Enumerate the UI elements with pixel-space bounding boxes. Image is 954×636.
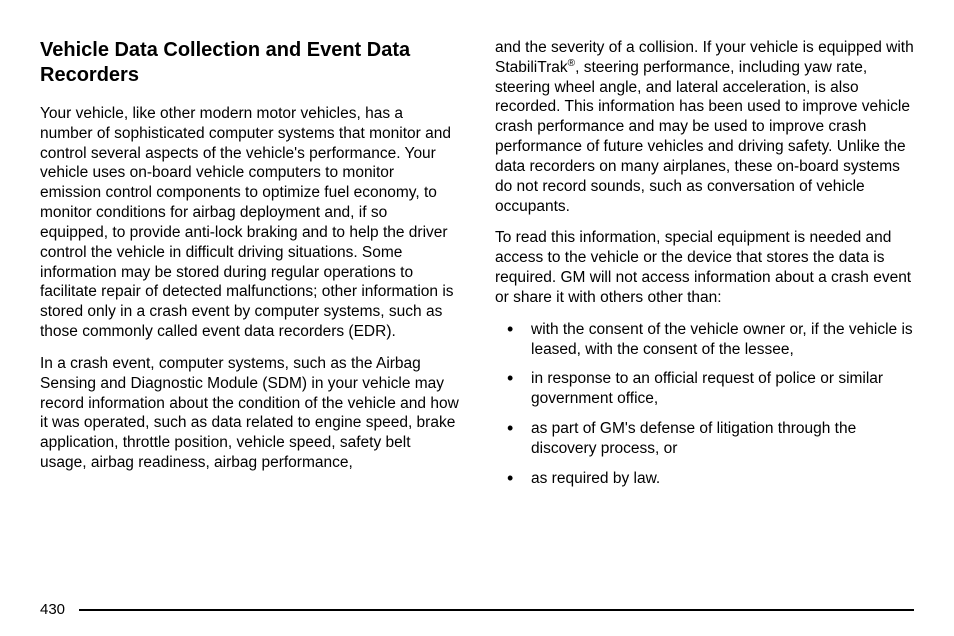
footer-rule	[79, 609, 914, 611]
page: Vehicle Data Collection and Event Data R…	[0, 0, 954, 636]
bullet-list: with the consent of the vehicle owner or…	[495, 320, 914, 489]
list-item: with the consent of the vehicle owner or…	[507, 320, 914, 360]
text-run: , steering performance, including yaw ra…	[495, 59, 910, 215]
registered-mark: ®	[568, 58, 575, 69]
page-number: 430	[40, 601, 65, 618]
list-item: in response to an official request of po…	[507, 369, 914, 409]
list-item: as part of GM's defense of litigation th…	[507, 419, 914, 459]
paragraph: In a crash event, computer systems, such…	[40, 354, 459, 473]
two-column-layout: Vehicle Data Collection and Event Data R…	[40, 38, 914, 499]
list-item: as required by law.	[507, 469, 914, 489]
section-heading: Vehicle Data Collection and Event Data R…	[40, 38, 459, 88]
paragraph: Your vehicle, like other modern motor ve…	[40, 104, 459, 342]
paragraph: and the severity of a collision. If your…	[495, 38, 914, 216]
left-column: Vehicle Data Collection and Event Data R…	[40, 38, 459, 499]
paragraph: To read this information, special equipm…	[495, 228, 914, 307]
right-column: and the severity of a collision. If your…	[495, 38, 914, 499]
page-footer: 430	[40, 601, 914, 618]
